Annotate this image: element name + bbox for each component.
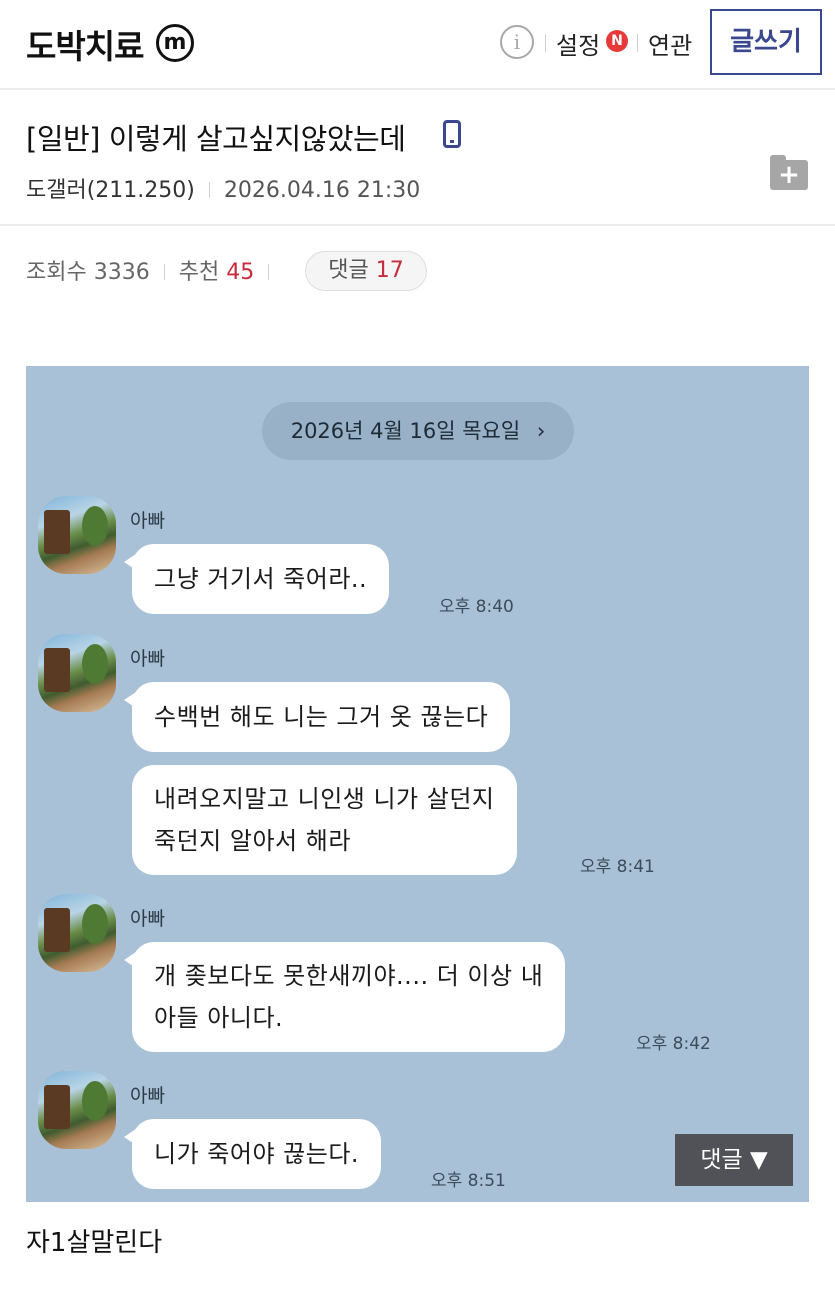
sender-name: 아빠 bbox=[130, 908, 165, 930]
chat-screenshot: 2026년 4월 16일 목요일 › 아빠 그냥 거기서 죽어라.. 오후 8:… bbox=[26, 366, 809, 1202]
views-label: 조회수 bbox=[26, 260, 87, 285]
message-line: 아들 아니다. bbox=[154, 1004, 284, 1032]
divider bbox=[637, 34, 638, 52]
message-time: 오후 8:41 bbox=[580, 857, 655, 877]
message-bubble: 수백번 해도 니는 그거 옷 끊는다 bbox=[123, 682, 511, 752]
sender-name: 아빠 bbox=[130, 1085, 165, 1107]
message-line: 내려오지말고 니인생 니가 살던지 bbox=[154, 785, 495, 813]
message-line: 개 좆보다도 못한새끼야.... 더 이상 내 bbox=[154, 962, 544, 990]
related-link[interactable]: 연관 bbox=[648, 26, 692, 61]
message-time: 오후 8:51 bbox=[431, 1171, 506, 1191]
post-datetime: 2026.04.16 21:30 bbox=[223, 178, 421, 203]
message-time: 오후 8:40 bbox=[439, 597, 514, 617]
date-label: 2026년 4월 16일 목요일 bbox=[290, 419, 521, 443]
top-bar: 도박치료 m i 설정 N 연관 글쓰기 bbox=[0, 0, 835, 90]
avatar[interactable] bbox=[38, 894, 116, 972]
post-stats: 조회수 3336 추천 45 bbox=[26, 254, 283, 286]
avatar[interactable] bbox=[38, 634, 116, 712]
divider bbox=[545, 34, 546, 52]
settings-link[interactable]: 설정 bbox=[556, 26, 600, 61]
avatar[interactable] bbox=[38, 1071, 116, 1149]
mini-gallery-icon: m bbox=[156, 24, 194, 62]
message-line: 죽던지 알아서 해라 bbox=[154, 827, 351, 855]
sender-name: 아빠 bbox=[130, 648, 165, 670]
post-header: [일반] 이렇게 살고싶지않았는데 도갤러(211.250) 2026.04.16… bbox=[0, 92, 835, 226]
mobile-phone-icon bbox=[443, 120, 461, 148]
divider bbox=[163, 264, 165, 280]
message-bubble: 개 좆보다도 못한새끼야.... 더 이상 내 아들 아니다. bbox=[123, 942, 566, 1052]
views-value: 3336 bbox=[93, 260, 150, 285]
sender-name: 아빠 bbox=[130, 510, 165, 532]
message-time: 오후 8:42 bbox=[636, 1034, 711, 1054]
info-icon[interactable]: i bbox=[500, 25, 534, 59]
post-title: [일반] 이렇게 살고싶지않았는데 bbox=[26, 122, 406, 156]
comment-count-button[interactable]: 댓글 17 bbox=[305, 251, 427, 291]
comment-count: 17 bbox=[375, 258, 404, 283]
comment-label: 댓글 bbox=[328, 258, 369, 283]
divider bbox=[268, 264, 270, 280]
divider bbox=[208, 182, 210, 198]
post-author[interactable]: 도갤러(211.250) bbox=[26, 178, 195, 203]
comment-toggle-button[interactable]: 댓글 ▼ bbox=[675, 1134, 793, 1186]
write-button[interactable]: 글쓰기 bbox=[710, 9, 822, 75]
chevron-right-icon: › bbox=[536, 419, 546, 443]
post-meta: 도갤러(211.250) 2026.04.16 21:30 bbox=[26, 172, 420, 204]
message-bubble: 니가 죽어야 끊는다. bbox=[123, 1119, 382, 1189]
add-folder-icon[interactable]: + bbox=[770, 155, 808, 190]
post-body-text: 자1살말린다 bbox=[26, 1228, 163, 1258]
recommend-value: 45 bbox=[226, 260, 255, 285]
recommend-label: 추천 bbox=[178, 260, 220, 285]
date-divider: 2026년 4월 16일 목요일 › bbox=[262, 402, 574, 460]
message-bubble: 내려오지말고 니인생 니가 살던지 죽던지 알아서 해라 bbox=[132, 765, 517, 875]
message-bubble: 그냥 거기서 죽어라.. bbox=[123, 544, 390, 614]
avatar[interactable] bbox=[38, 496, 116, 574]
new-badge: N bbox=[606, 30, 628, 52]
gallery-title[interactable]: 도박치료 bbox=[26, 20, 144, 68]
